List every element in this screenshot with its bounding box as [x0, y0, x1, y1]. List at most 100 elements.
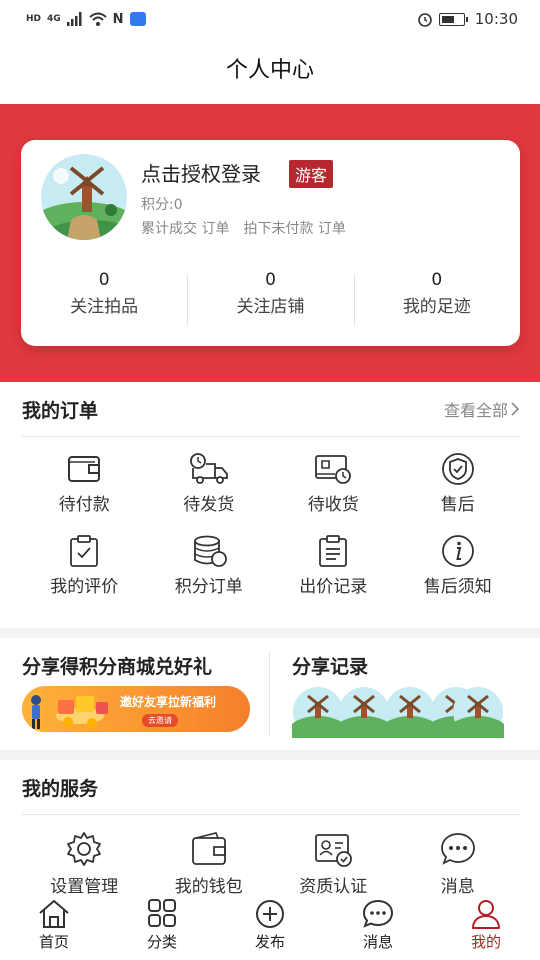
order-pending-shipment[interactable]: 待发货	[147, 452, 272, 515]
order-after-sales-notice[interactable]: 售后须知	[396, 534, 521, 597]
orders-header: 我的订单 查看全部	[22, 382, 520, 437]
grid-icon	[148, 899, 176, 927]
stat-followed-items[interactable]: 0 关注拍品	[21, 270, 187, 317]
tab-publish[interactable]: 发布	[216, 894, 324, 960]
order-item-label: 售后须知	[423, 577, 492, 597]
order-item-label: 待收货	[307, 495, 359, 515]
tab-label: 消息	[362, 933, 393, 951]
tab-label: 首页	[38, 933, 69, 951]
clock: 10:30	[474, 10, 518, 28]
stat-value: 0	[431, 270, 443, 290]
gift-illustration	[31, 695, 108, 729]
orders-section: 我的订单 查看全部 待付款 待发货 待收货 售后 我的评价 积分订单 出价记录 …	[0, 382, 540, 628]
app-notification-icon	[129, 12, 146, 26]
completed-orders-text: 累计成交 订单	[141, 221, 230, 237]
services-row: 设置管理 我的钱包 资质认证 消息	[22, 830, 520, 897]
nfc-icon: N	[112, 11, 124, 27]
chevron-right-icon	[511, 402, 520, 416]
truck-icon	[189, 453, 228, 484]
view-all-label: 查看全部	[443, 401, 508, 420]
invite-banner[interactable]: 邀好友享拉新福利 去邀请	[22, 686, 250, 732]
login-link[interactable]: 点击授权登录	[141, 158, 261, 187]
services-title: 我的服务	[22, 777, 99, 800]
orders-title: 我的订单	[22, 399, 99, 422]
guest-badge: 游客	[289, 160, 334, 188]
alarm-icon	[417, 13, 432, 27]
record-avatar	[338, 687, 390, 738]
share-promo[interactable]: 分享得积分商城兑好礼 邀好友享拉新福利 去邀请	[22, 652, 262, 732]
order-item-label: 待发货	[183, 495, 235, 515]
order-item-label: 我的评价	[50, 577, 119, 597]
record-avatar	[292, 687, 344, 738]
user-icon	[472, 900, 500, 929]
coins-icon	[193, 535, 227, 567]
service-messages[interactable]: 消息	[396, 830, 521, 897]
service-wallet[interactable]: 我的钱包	[147, 830, 272, 897]
battery-icon	[438, 12, 468, 26]
record-avatar	[452, 687, 504, 738]
order-item-label: 出价记录	[299, 577, 368, 597]
plus-circle-icon	[256, 900, 284, 928]
share-divider	[269, 652, 270, 736]
order-my-reviews[interactable]: 我的评价	[22, 534, 147, 597]
hd-indicator: HD	[26, 14, 42, 24]
chat-icon	[440, 833, 475, 865]
share-records[interactable]: 分享记录	[292, 652, 504, 738]
stat-label: 我的足迹	[402, 297, 471, 317]
avatar[interactable]	[41, 154, 127, 240]
order-summary: 累计成交 订单 拍下未付款 订单	[141, 218, 346, 238]
service-certification[interactable]: 资质认证	[271, 830, 396, 897]
banner-text: 邀好友享拉新福利	[120, 695, 217, 709]
unpaid-orders-text: 拍下未付款 订单	[243, 221, 346, 237]
services-header: 我的服务	[22, 760, 520, 815]
profile-card: 点击授权登录 游客 积分:0 累计成交 订单 拍下未付款 订单 0 关注拍品 0…	[21, 140, 520, 346]
page-title: 个人中心	[0, 38, 540, 104]
tab-category[interactable]: 分类	[108, 894, 216, 960]
orders-row-1: 待付款 待发货 待收货 售后	[22, 452, 520, 515]
profile-hero: 点击授权登录 游客 积分:0 累计成交 订单 拍下未付款 订单 0 关注拍品 0…	[0, 104, 540, 382]
certificate-icon	[315, 834, 353, 867]
tab-label: 分类	[146, 933, 177, 951]
tab-label: 发布	[254, 933, 285, 951]
view-all-orders-link[interactable]: 查看全部	[444, 397, 520, 421]
order-item-label: 积分订单	[174, 577, 243, 597]
status-bar: HD 4G N 10:30	[0, 0, 540, 38]
tab-label: 我的	[470, 933, 501, 951]
stat-value: 0	[98, 270, 110, 290]
clipboard-check-icon	[70, 535, 99, 567]
service-settings[interactable]: 设置管理	[22, 830, 147, 897]
orders-row-2: 我的评价 积分订单 出价记录 售后须知	[22, 534, 520, 597]
signal-icon	[66, 12, 82, 26]
order-item-label: 售后	[440, 495, 475, 515]
order-bid-records[interactable]: 出价记录	[271, 534, 396, 597]
order-after-sales[interactable]: 售后	[396, 452, 521, 515]
info-icon	[441, 535, 474, 567]
order-points-orders[interactable]: 积分订单	[147, 534, 272, 597]
order-pending-receipt[interactable]: 待收货	[271, 452, 396, 515]
wallet-icon	[68, 456, 101, 482]
profile-stats: 0 关注拍品 0 关注店铺 0 我的足迹	[21, 270, 520, 326]
share-title: 分享得积分商城兑好礼	[22, 656, 213, 678]
stat-footprints[interactable]: 0 我的足迹	[353, 270, 520, 326]
stat-label: 关注拍品	[70, 297, 139, 317]
tab-mine[interactable]: 我的	[432, 894, 540, 960]
stat-value: 0	[265, 270, 276, 290]
tab-home[interactable]: 首页	[0, 894, 108, 960]
points-text: 积分:0	[141, 197, 183, 213]
network-indicator: 4G	[47, 14, 61, 24]
invite-button[interactable]: 去邀请	[142, 714, 178, 727]
chat-icon	[362, 899, 394, 928]
order-item-label: 待付款	[58, 495, 110, 515]
tab-messages[interactable]: 消息	[324, 894, 432, 960]
order-pending-payment[interactable]: 待付款	[22, 452, 147, 515]
wifi-icon	[89, 12, 107, 26]
wallet-icon	[191, 832, 226, 865]
share-section: 分享得积分商城兑好礼 邀好友享拉新福利 去邀请 分享记录	[0, 638, 540, 750]
stat-followed-shops[interactable]: 0 关注店铺	[187, 270, 353, 326]
bottom-tab-bar: 首页 分类 发布 消息 我的	[0, 894, 540, 960]
receive-icon	[315, 455, 352, 484]
clipboard-list-icon	[319, 535, 348, 567]
gear-icon	[67, 832, 102, 866]
share-records-title: 分享记录	[292, 656, 369, 678]
record-avatar	[384, 687, 436, 738]
